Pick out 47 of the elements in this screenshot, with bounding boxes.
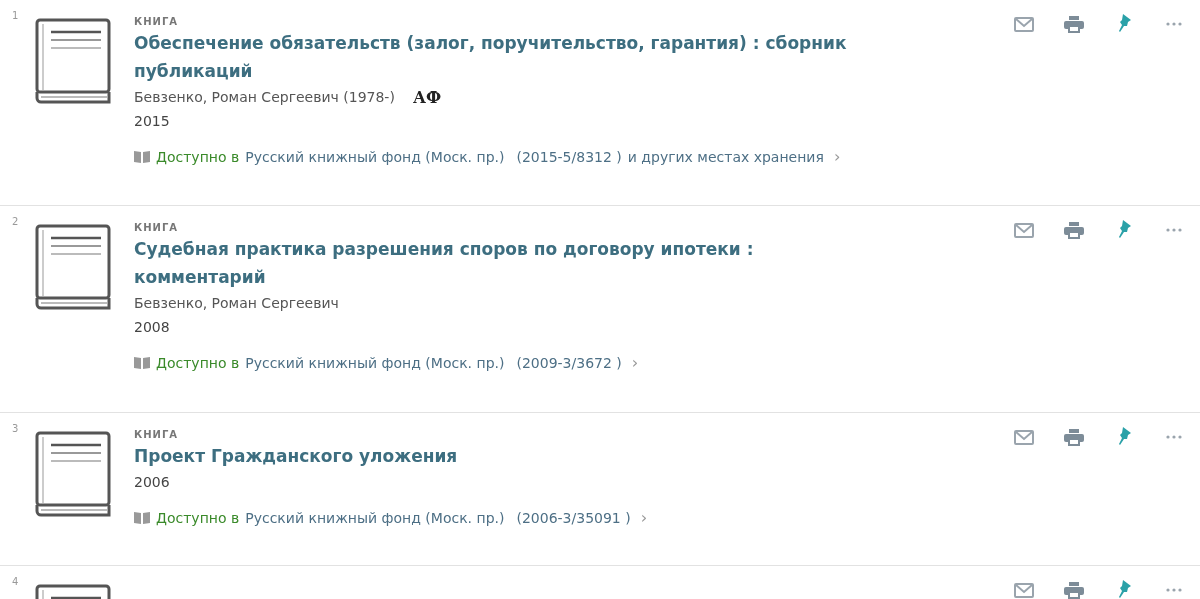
more-icon[interactable] <box>1166 435 1182 439</box>
result-title[interactable]: Судебная практика разрешения споров по договору ипотеки : комментарий <box>134 235 854 291</box>
chevron-icon[interactable]: › <box>833 147 841 166</box>
pin-icon[interactable] <box>1116 14 1132 34</box>
mail-icon[interactable] <box>1014 222 1034 238</box>
open-book-icon <box>134 511 150 524</box>
result-number: 3 <box>11 423 20 434</box>
availability-status: Доступно в <box>156 148 240 165</box>
pin-icon[interactable] <box>1116 220 1132 240</box>
location-link[interactable]: Русский книжный фонд (Моск. пр.) <box>245 148 505 165</box>
publication-year: 2008 <box>134 318 170 337</box>
mail-icon[interactable] <box>1014 582 1034 598</box>
publication-year: 2006 <box>134 473 170 492</box>
book-icon <box>35 224 111 310</box>
call-number: (2015-5/8312 ) <box>516 148 622 165</box>
location-link[interactable]: Русский книжный фонд (Моск. пр.) <box>245 354 505 371</box>
open-book-icon <box>134 356 150 369</box>
material-type: КНИГА <box>134 222 179 233</box>
pin-icon[interactable] <box>1116 427 1132 447</box>
result-title[interactable]: Обеспечение обязательств (залог, поручительство, гарантия) : сборник публикаций <box>134 29 854 85</box>
publication-year: 2015 <box>134 112 170 131</box>
more-icon[interactable] <box>1166 22 1182 26</box>
call-number: (2009-3/3672 ) <box>516 354 622 371</box>
result-number: 2 <box>11 216 20 227</box>
availability-status: Доступно в <box>156 509 240 526</box>
author-name: Бевзенко, Роман Сергеевич (1978-) <box>134 88 395 107</box>
call-number: (2006-3/35091 ) <box>516 509 631 526</box>
result-title[interactable]: Проект Гражданского уложения <box>134 442 458 470</box>
availability-status: Доступно в <box>156 354 240 371</box>
authority-label: АФ <box>412 87 442 107</box>
result-number: 1 <box>11 10 20 21</box>
result-number: 4 <box>11 576 20 587</box>
mail-icon[interactable] <box>1014 16 1034 32</box>
other-locations-link[interactable]: и других местах хранения <box>627 148 824 165</box>
material-type: КНИГА <box>134 16 179 27</box>
pin-icon[interactable] <box>1116 580 1132 599</box>
chevron-icon[interactable]: › <box>640 508 648 527</box>
book-icon <box>35 18 111 104</box>
book-icon <box>35 431 111 517</box>
material-type: КНИГА <box>134 429 179 440</box>
more-icon[interactable] <box>1166 228 1182 232</box>
chevron-icon[interactable]: › <box>631 353 639 372</box>
open-book-icon <box>134 150 150 163</box>
mail-icon[interactable] <box>1014 429 1034 445</box>
author-name: Бевзенко, Роман Сергеевич <box>134 294 339 313</box>
more-icon[interactable] <box>1166 588 1182 592</box>
location-link[interactable]: Русский книжный фонд (Моск. пр.) <box>245 509 505 526</box>
